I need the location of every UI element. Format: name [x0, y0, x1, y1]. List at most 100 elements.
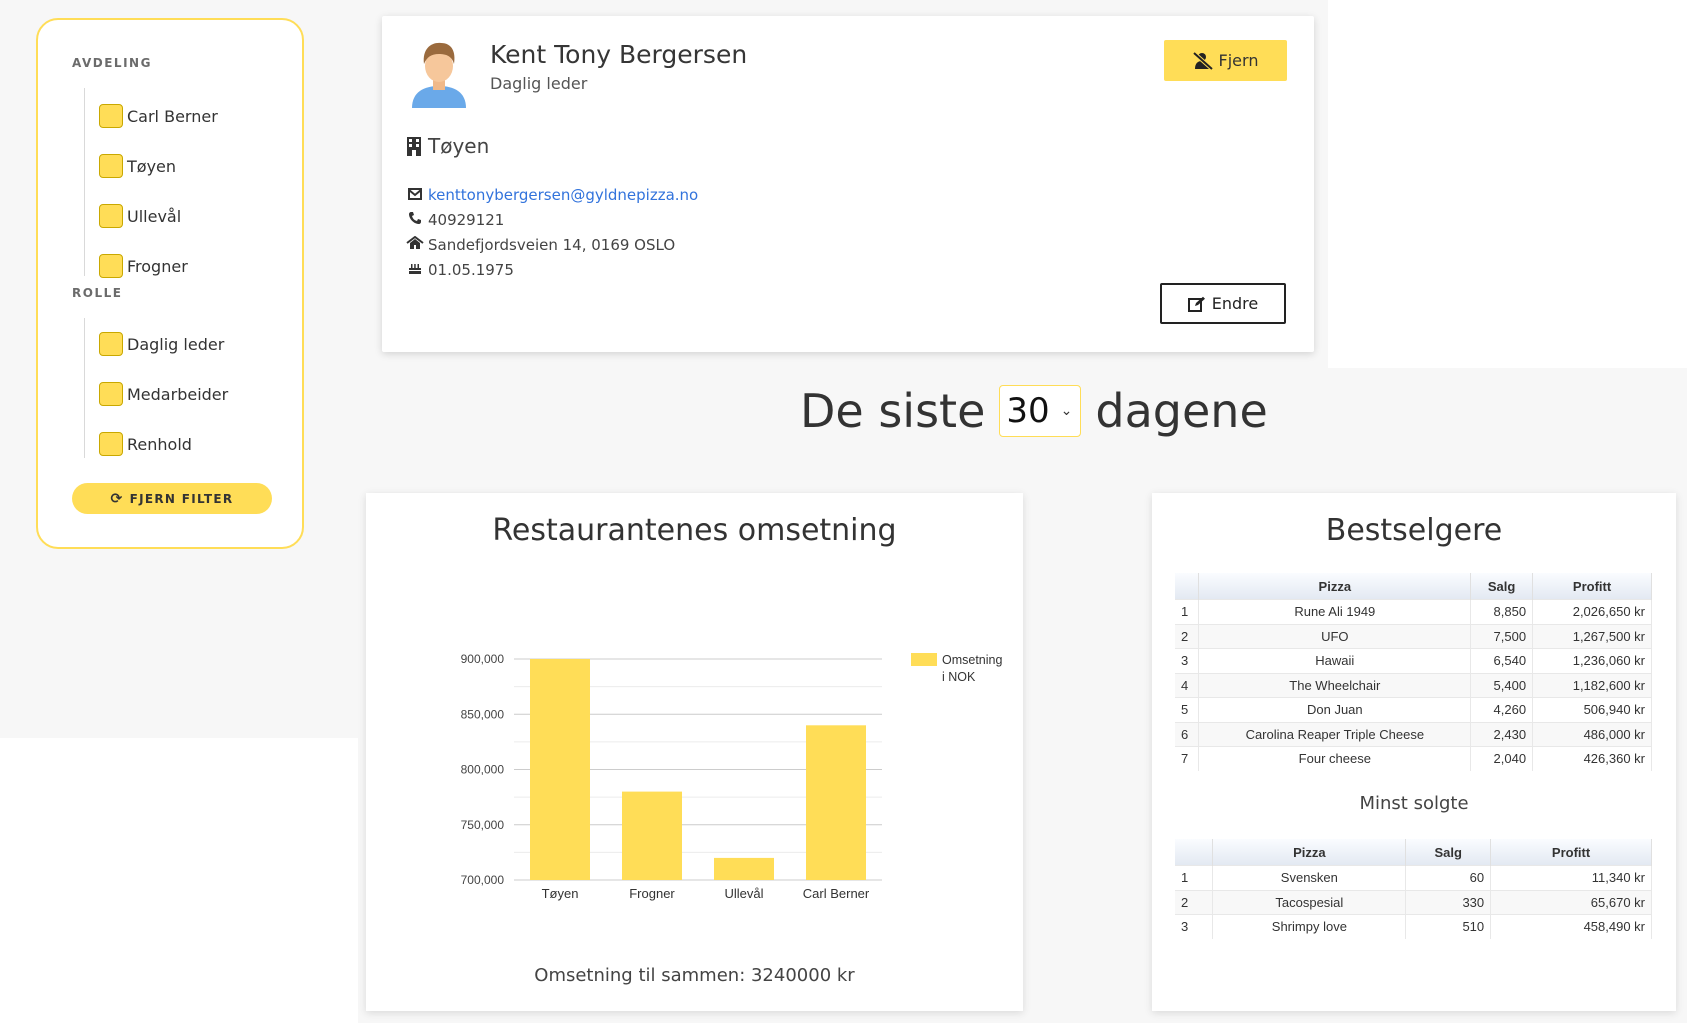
- table-cell: Svensken: [1212, 865, 1407, 890]
- employee-email-row: kenttonybergersen@gyldnepizza.no: [406, 186, 698, 204]
- filter-option-toyen[interactable]: Tøyen: [99, 154, 176, 178]
- table-cell: 4: [1175, 672, 1200, 698]
- table-row: 5 Don Juan 4,260 506,940 kr: [1175, 697, 1652, 722]
- edit-icon: [1187, 296, 1205, 312]
- phone-number: 40929121: [428, 211, 505, 229]
- table-cell: Hawaii: [1198, 648, 1472, 673]
- chart-bar: [806, 725, 866, 880]
- checkbox[interactable]: [99, 332, 123, 356]
- checkbox[interactable]: [99, 432, 123, 456]
- revenue-chart-card: Restaurantenes omsetning 900,000 850,000 8…: [366, 493, 1023, 1011]
- envelope-icon: [406, 186, 424, 204]
- y-tick-label: 850,000: [461, 707, 505, 721]
- table-cell: 7,500: [1470, 623, 1534, 649]
- legend-swatch: [911, 653, 937, 666]
- checkbox[interactable]: [99, 382, 123, 406]
- table-cell: 506,940 kr: [1532, 697, 1652, 722]
- table-header[interactable]: Pizza: [1198, 573, 1472, 600]
- email-link[interactable]: kenttonybergersen@gyldnepizza.no: [428, 186, 698, 204]
- table-row: 3 Hawaii 6,540 1,236,060 kr: [1175, 648, 1652, 673]
- checkbox[interactable]: [99, 154, 123, 178]
- role-filter-group: Daglig leder Medarbeider Renhold: [84, 318, 228, 458]
- filter-panel: AVDELING Carl Berner Tøyen Ullevål Frogn…: [36, 18, 304, 549]
- filter-option-label: Frogner: [127, 256, 188, 276]
- table-cell: 3: [1175, 914, 1214, 939]
- address-text: Sandefjordsveien 14, 0169 OSLO: [428, 236, 676, 254]
- table-cell: 1: [1175, 599, 1200, 624]
- table-cell: Don Juan: [1198, 697, 1472, 722]
- filter-option-ulleval[interactable]: Ullevål: [99, 204, 181, 228]
- table-cell: 8,850: [1470, 599, 1534, 624]
- table-row: 3 Shrimpy love 510 458,490 kr: [1175, 914, 1652, 939]
- filter-option-medarbeider[interactable]: Medarbeider: [99, 382, 228, 406]
- legend-label: i NOK: [942, 670, 976, 684]
- employee-name: Kent Tony Bergersen: [490, 40, 748, 69]
- birthdate-text: 01.05.1975: [428, 261, 514, 279]
- table-cell: 2: [1175, 623, 1200, 649]
- refresh-icon: ⟳: [110, 490, 124, 507]
- clear-filter-label: FJERN FILTER: [129, 491, 234, 506]
- table-cell: 1,267,500 kr: [1532, 623, 1652, 649]
- y-tick-label: 750,000: [461, 818, 505, 832]
- filter-option-frogner[interactable]: Frogner: [99, 254, 188, 278]
- table-cell: 60: [1405, 865, 1492, 890]
- period-select-value: 30: [1006, 391, 1050, 431]
- least-sold-table: Pizza Salg Profitt 1 Svensken 60 11,340 kr 2…: [1175, 839, 1652, 939]
- table-cell: 486,000 kr: [1532, 721, 1652, 747]
- table-cell: 510: [1405, 914, 1492, 939]
- remove-employee-button[interactable]: Fjern: [1164, 40, 1287, 81]
- table-cell: The Wheelchair: [1198, 672, 1472, 698]
- table-header[interactable]: [1175, 839, 1214, 866]
- x-tick-label: Carl Berner: [803, 886, 870, 901]
- table-cell: 458,490 kr: [1490, 914, 1652, 939]
- y-tick-label: 700,000: [461, 873, 505, 887]
- table-cell: 1,236,060 kr: [1532, 648, 1652, 673]
- table-cell: 5: [1175, 697, 1200, 722]
- clear-filter-button[interactable]: ⟳ FJERN FILTER: [72, 483, 272, 514]
- period-select[interactable]: 30 ⌄: [999, 385, 1082, 437]
- least-sold-title: Minst solgte: [1359, 793, 1469, 814]
- table-header[interactable]: Salg: [1405, 839, 1492, 866]
- table-row: 4 The Wheelchair 5,400 1,182,600 kr: [1175, 672, 1652, 698]
- table-cell: Rune Ali 1949: [1198, 599, 1472, 624]
- table-header[interactable]: Profitt: [1490, 839, 1652, 866]
- chart-bar: [530, 659, 590, 880]
- table-cell: 2,430: [1470, 721, 1534, 747]
- table-cell: 4,260: [1470, 697, 1534, 722]
- bestsellers-title: Bestselgere: [1325, 513, 1503, 548]
- department-filter-group: Carl Berner Tøyen Ullevål Frogner: [84, 88, 218, 278]
- table-header[interactable]: Pizza: [1212, 839, 1407, 866]
- table-cell: 6: [1175, 721, 1200, 747]
- filter-option-carl-berner[interactable]: Carl Berner: [99, 104, 218, 128]
- table-cell: Tacospesial: [1212, 889, 1407, 915]
- checkbox[interactable]: [99, 254, 123, 278]
- table-header[interactable]: Profitt: [1532, 573, 1652, 600]
- checkbox[interactable]: [99, 204, 123, 228]
- table-cell: 3: [1175, 648, 1200, 673]
- table-cell: 426,360 kr: [1532, 746, 1652, 771]
- table-header[interactable]: Salg: [1470, 573, 1534, 600]
- birthday-cake-icon: [406, 261, 424, 279]
- filter-option-label: Tøyen: [127, 156, 177, 176]
- filter-option-daglig-leder[interactable]: Daglig leder: [99, 332, 224, 356]
- filter-section-label-avdeling: AVDELING: [72, 56, 152, 70]
- edit-employee-button[interactable]: Endre: [1160, 283, 1286, 324]
- period-suffix: dagene: [1095, 384, 1268, 438]
- employee-birthdate-row: 01.05.1975: [406, 261, 514, 279]
- edit-button-label: Endre: [1211, 294, 1259, 313]
- period-heading: De siste 30 ⌄ dagene: [800, 378, 1268, 444]
- checkbox[interactable]: [99, 104, 123, 128]
- table-cell: 2: [1175, 889, 1214, 915]
- filter-option-label: Daglig leder: [127, 334, 225, 354]
- filter-option-label: Medarbeider: [127, 384, 229, 404]
- filter-section-label-rolle: ROLLE: [72, 286, 123, 300]
- filter-option-label: Renhold: [127, 434, 192, 454]
- legend-label: Omsetning: [942, 653, 1002, 667]
- filter-option-renhold[interactable]: Renhold: [99, 432, 192, 456]
- table-header[interactable]: [1175, 573, 1200, 600]
- chart-bar: [714, 857, 774, 880]
- employee-address-row: Sandefjordsveien 14, 0169 OSLO: [406, 235, 676, 254]
- building-icon: [407, 137, 421, 156]
- table-cell: 1,182,600 kr: [1532, 672, 1652, 698]
- revenue-total: Omsetning til sammen: 3240000 kr: [534, 965, 855, 986]
